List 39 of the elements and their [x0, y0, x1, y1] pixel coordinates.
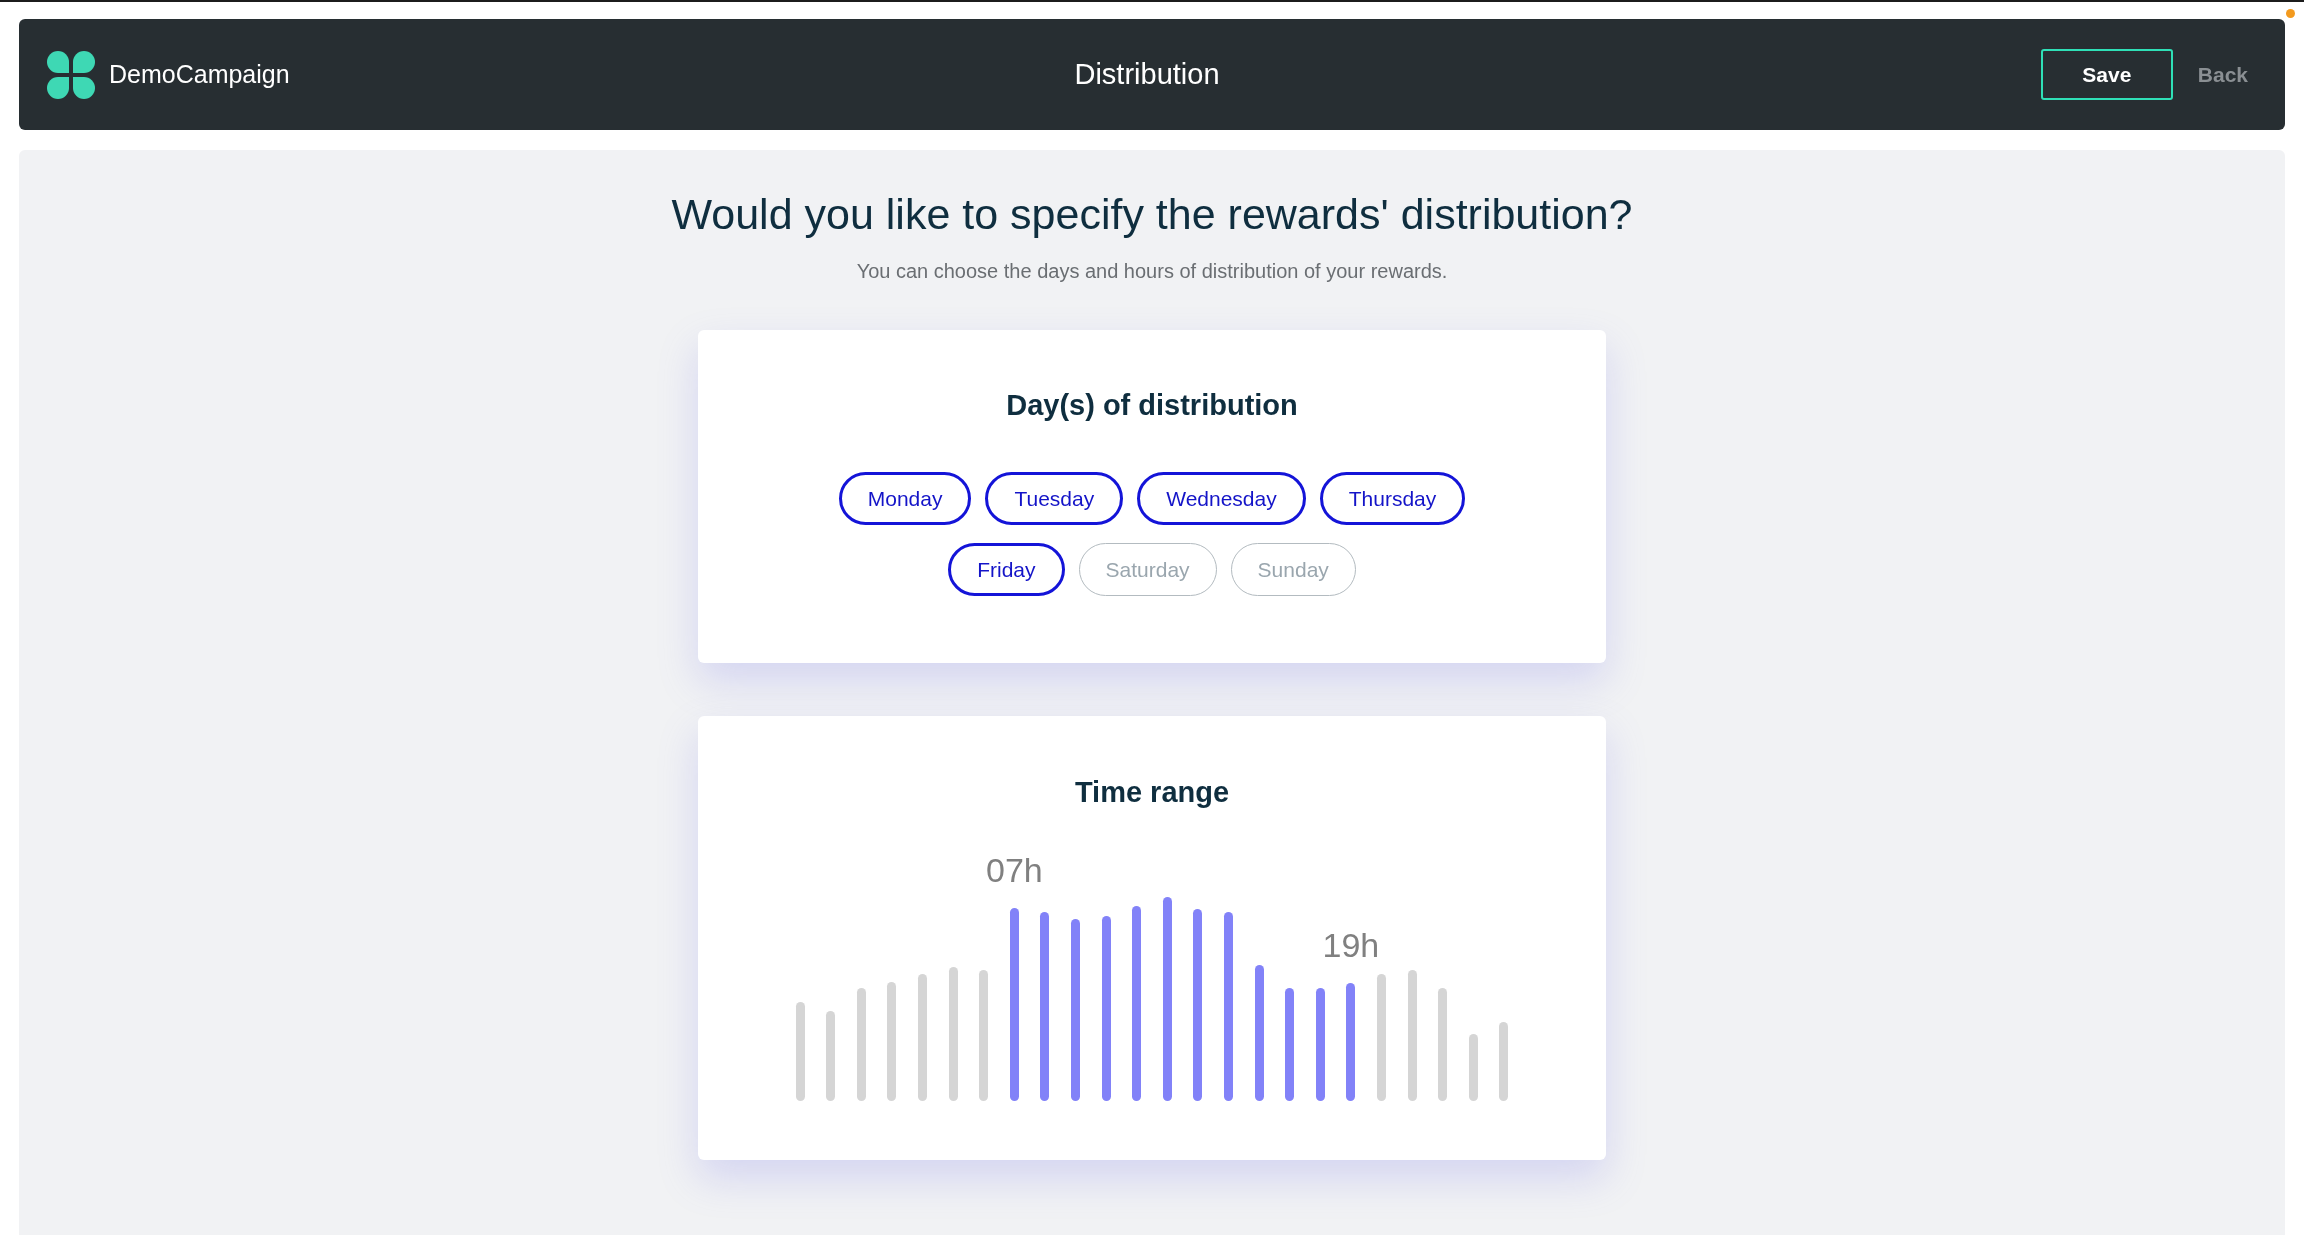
back-link[interactable]: Back: [2197, 62, 2248, 87]
hour-bar[interactable]: [826, 1011, 836, 1101]
card-title: Day(s) of distribution: [1006, 388, 1298, 423]
hour-bar[interactable]: [1468, 1034, 1478, 1101]
notification-dot-icon: [2286, 9, 2295, 18]
hour-bar[interactable]: [1438, 988, 1448, 1101]
clover-logo-icon: [46, 49, 96, 100]
hour-bar[interactable]: [979, 970, 989, 1101]
hour-bar[interactable]: [1499, 1022, 1509, 1101]
day-toggle[interactable]: Tuesday: [985, 472, 1124, 525]
hour-bar[interactable]: [1132, 906, 1142, 1101]
day-toggle[interactable]: Friday: [948, 543, 1065, 596]
app-name: DemoCampaign: [109, 60, 290, 89]
hour-bar[interactable]: [1285, 988, 1295, 1101]
hour-bar[interactable]: [1162, 897, 1172, 1101]
hour-bar[interactable]: [1254, 965, 1264, 1101]
day-toggle[interactable]: Thursday: [1319, 472, 1466, 525]
hour-bar[interactable]: [1040, 912, 1050, 1101]
hour-bar[interactable]: [795, 1002, 805, 1101]
page-heading: Would you like to specify the rewards' distribution?: [671, 189, 1633, 240]
hour-bar[interactable]: [948, 967, 958, 1101]
hour-bar[interactable]: [1346, 983, 1356, 1101]
hour-bar[interactable]: [1193, 909, 1203, 1101]
hour-bar[interactable]: [1376, 974, 1386, 1101]
hour-bar[interactable]: [856, 988, 866, 1101]
end-hour-label: 19h: [1322, 925, 1380, 965]
day-toggle[interactable]: Wednesday: [1137, 472, 1306, 525]
hour-bar[interactable]: [887, 982, 897, 1101]
hour-bar[interactable]: [1315, 988, 1325, 1101]
page-title: Distribution: [1074, 58, 1220, 91]
start-hour-label: 07h: [985, 850, 1043, 890]
card-title: Time range: [1074, 775, 1230, 810]
hour-bar[interactable]: [918, 974, 928, 1101]
hour-bar[interactable]: [1407, 970, 1417, 1101]
page-subtitle: You can choose the days and hours of distribution of your rewards.: [856, 259, 1448, 283]
save-button[interactable]: Save: [2040, 49, 2173, 100]
hour-bar[interactable]: [1009, 908, 1019, 1101]
hour-bar[interactable]: [1101, 916, 1111, 1101]
day-toggle[interactable]: Monday: [838, 472, 972, 525]
